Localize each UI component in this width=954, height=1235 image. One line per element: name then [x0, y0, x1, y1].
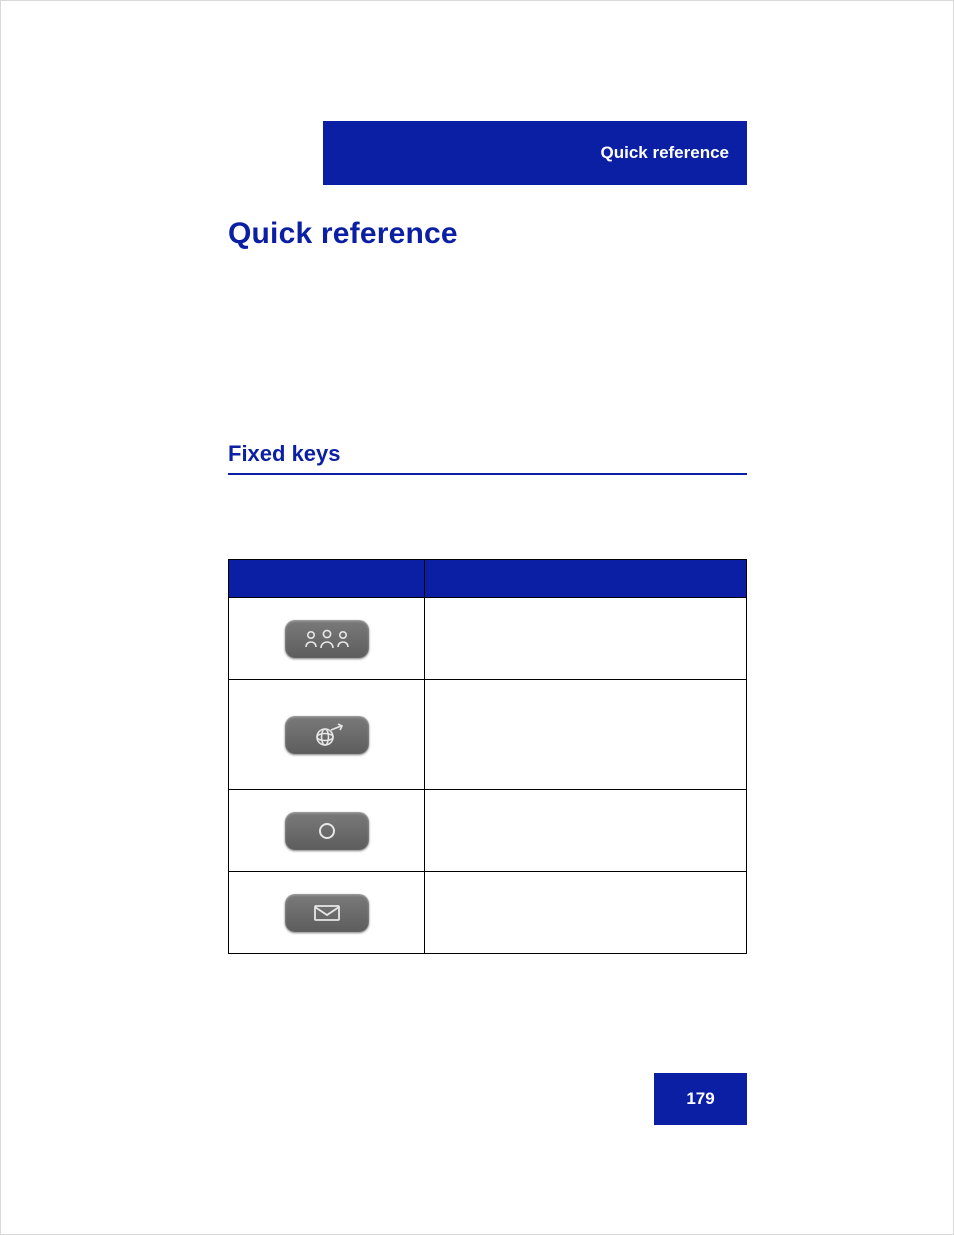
section-heading: Fixed keys [228, 441, 747, 475]
desc-cell [425, 680, 747, 790]
table-row [229, 790, 747, 872]
page-number: 179 [686, 1089, 714, 1109]
header-bar: Quick reference [323, 121, 747, 185]
services-icon [285, 716, 369, 754]
key-cell [229, 680, 425, 790]
page-number-box: 179 [654, 1073, 747, 1125]
record-icon [285, 812, 369, 850]
header-label: Quick reference [600, 143, 729, 163]
document-page: Quick reference Quick reference Fixed ke… [0, 0, 954, 1235]
table-row [229, 598, 747, 680]
table-header-icon [229, 560, 425, 598]
page-title: Quick reference [228, 217, 458, 251]
table-header-row [229, 560, 747, 598]
key-cell [229, 790, 425, 872]
fixed-keys-table [228, 559, 747, 954]
key-cell [229, 872, 425, 954]
desc-cell [425, 598, 747, 680]
key-cell [229, 598, 425, 680]
message-icon [285, 894, 369, 932]
table-row [229, 872, 747, 954]
table-row [229, 680, 747, 790]
desc-cell [425, 872, 747, 954]
table-header-desc [425, 560, 747, 598]
conference-icon [285, 620, 369, 658]
desc-cell [425, 790, 747, 872]
